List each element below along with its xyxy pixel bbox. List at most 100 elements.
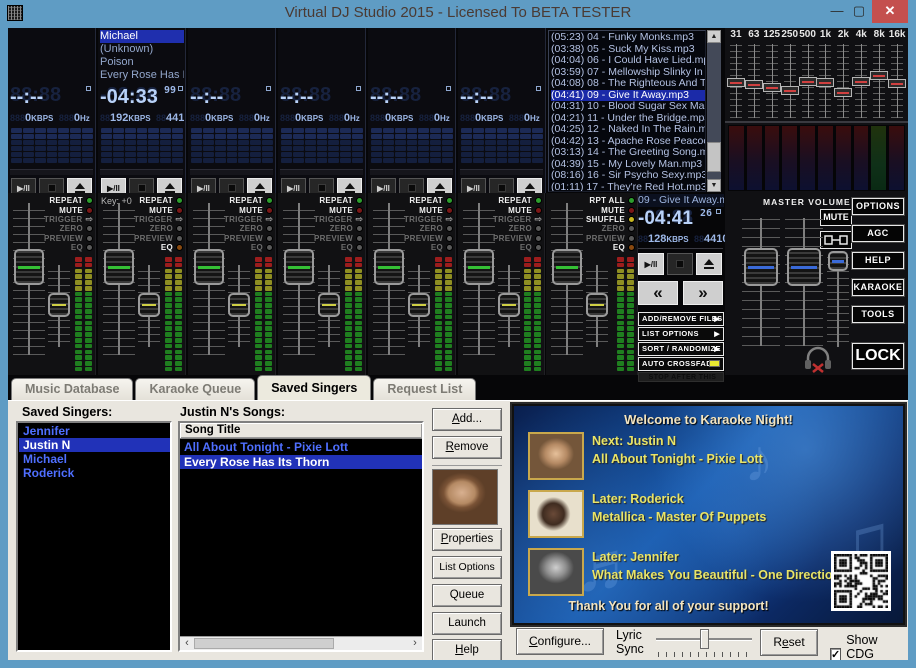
maximize-button[interactable]: ▢ (848, 0, 870, 23)
pitch-fader-handle[interactable] (228, 293, 250, 317)
pitch-fader[interactable] (586, 265, 608, 347)
playlist-item[interactable]: (08:16) 16 - Sir Psycho Sexy.mp3 (551, 170, 705, 182)
scroll-left-icon[interactable]: ‹ (180, 637, 194, 650)
master-volume-fader-left[interactable] (742, 218, 780, 346)
playlist-item[interactable]: (04:39) 15 - My Lovely Man.mp3 (551, 159, 705, 171)
deck-waveform[interactable] (280, 169, 363, 175)
eq-handle[interactable] (870, 71, 888, 80)
playlist-item[interactable]: (03:38) 05 - Suck My Kiss.mp3 (551, 44, 705, 56)
playlist-item[interactable]: (01:11) 17 - They're Red Hot.mp3 (551, 182, 705, 193)
volume-fader[interactable] (283, 203, 315, 355)
headphone-fader-handle[interactable] (828, 251, 848, 271)
minimize-button[interactable]: — (826, 0, 848, 23)
pitch-fader-handle[interactable] (586, 293, 608, 317)
volume-fader-handle[interactable] (374, 249, 404, 285)
pitch-fader-handle[interactable] (408, 293, 430, 317)
properties-button[interactable]: Properties (432, 528, 502, 551)
pitch-fader-handle[interactable] (48, 293, 70, 317)
playlist-scrollbar[interactable]: ▲ ▼ (707, 30, 721, 192)
deck-waveform[interactable] (190, 169, 273, 175)
eq-handle[interactable] (816, 78, 834, 87)
track-title[interactable]: Every Rose Has It (100, 69, 184, 82)
lyric-sync-slider[interactable] (656, 628, 752, 658)
volume-fader[interactable] (373, 203, 405, 355)
volume-fader[interactable] (463, 203, 495, 355)
sort-randomize-button[interactable]: SORT / RANDOMIZE▶ (638, 342, 724, 356)
pitch-fader[interactable] (498, 265, 520, 347)
track-artist[interactable]: Poison (100, 56, 184, 69)
volume-fader-handle[interactable] (14, 249, 44, 285)
singer-item[interactable]: Jennifer (19, 424, 170, 438)
lock-button[interactable]: LOCK (852, 343, 904, 369)
master-fader-handle[interactable] (744, 248, 778, 286)
track-singer[interactable]: Michael (100, 30, 184, 43)
add-remove-files-button[interactable]: ADD/REMOVE FILES▶ (638, 312, 724, 326)
scroll-thumb[interactable] (194, 638, 334, 649)
eq-handle[interactable] (727, 78, 745, 87)
playlist-item[interactable]: (04:25) 12 - Naked In The Rain.mp3 (551, 124, 705, 136)
headphone-volume-fader[interactable] (827, 251, 849, 347)
previous-track-button[interactable]: « (638, 281, 678, 305)
remove-button[interactable]: Remove (432, 436, 502, 459)
help-button[interactable]: HELP (852, 252, 904, 269)
volume-fader[interactable] (13, 203, 45, 355)
song-title-column-header[interactable]: Song Title (180, 423, 422, 439)
scroll-down-icon[interactable]: ▼ (707, 179, 721, 192)
playlist-item[interactable]: (04:08) 08 - The Righteous And The Wicke… (551, 78, 705, 90)
singer-item-selected[interactable]: Justin N (19, 438, 170, 452)
track-line[interactable]: (Unknown) (100, 43, 184, 56)
list-options-button[interactable]: LIST OPTIONS▶ (638, 327, 724, 341)
pitch-fader-handle[interactable] (498, 293, 520, 317)
playlist-item-selected[interactable]: (04:41) 09 - Give It Away.mp3 (551, 90, 705, 102)
song-item-selected[interactable]: Every Rose Has Its Thorn (180, 455, 422, 469)
eq-slider[interactable] (766, 44, 778, 118)
volume-fader[interactable] (103, 203, 135, 355)
eq-slider[interactable] (873, 44, 885, 118)
tab-request-list[interactable]: Request List (373, 378, 476, 400)
add-button[interactable]: Add... (432, 408, 502, 431)
close-button[interactable]: ✕ (872, 0, 908, 23)
deck-waveform[interactable] (460, 169, 543, 175)
master-volume-fader-right[interactable] (785, 218, 823, 346)
queue-button[interactable]: Queue (432, 584, 502, 607)
volume-fader[interactable] (551, 203, 583, 355)
singer-item[interactable]: Michael (19, 452, 170, 466)
checkbox-checked-icon[interactable]: ✓ (830, 648, 841, 661)
volume-fader[interactable] (193, 203, 225, 355)
singer-item[interactable]: Roderick (19, 466, 170, 480)
launch-button[interactable]: Launch (432, 612, 502, 635)
eq-slider[interactable] (748, 44, 760, 118)
pitch-fader[interactable] (138, 265, 160, 347)
volume-fader-handle[interactable] (552, 249, 582, 285)
eq-slider[interactable] (784, 44, 796, 118)
pitch-fader[interactable] (408, 265, 430, 347)
playlist-item[interactable]: (05:23) 04 - Funky Monks.mp3 (551, 32, 705, 44)
tab-music-database[interactable]: Music Database (11, 378, 133, 400)
link-channels-button[interactable] (820, 231, 852, 249)
list-options-button[interactable]: List Options (432, 556, 502, 579)
eq-handle[interactable] (781, 86, 799, 95)
volume-fader-handle[interactable] (284, 249, 314, 285)
eject-button[interactable] (696, 253, 722, 275)
eq-slider[interactable] (837, 44, 849, 118)
pitch-fader-handle[interactable] (138, 293, 160, 317)
playlist-item[interactable]: (03:59) 07 - Mellowship Slinky In B Majo… (551, 67, 705, 79)
help-button[interactable]: Help (432, 639, 502, 660)
songs-horizontal-scrollbar[interactable]: ‹ › (180, 636, 422, 650)
eq-slider[interactable] (819, 44, 831, 118)
headphone-icon[interactable] (803, 345, 833, 373)
playlist-item[interactable]: (04:21) 11 - Under the Bridge.mp3 (551, 113, 705, 125)
next-track-button[interactable]: » (683, 281, 723, 305)
volume-fader-handle[interactable] (194, 249, 224, 285)
playlist-item[interactable]: (03:13) 14 - The Greeting Song.mp3 (551, 147, 705, 159)
saved-singers-list[interactable]: Jennifer Justin N Michael Roderick (16, 421, 172, 652)
deck-waveform[interactable] (10, 169, 93, 175)
volume-fader-handle[interactable] (464, 249, 494, 285)
auto-crossfade-button[interactable]: AUTO CROSSFADE (638, 357, 724, 371)
volume-fader-handle[interactable] (104, 249, 134, 285)
karaoke-button[interactable]: KARAOKE (852, 279, 904, 296)
slider-thumb[interactable] (700, 629, 709, 649)
eq-slider[interactable] (730, 44, 742, 118)
playlist-item[interactable]: (04:04) 06 - I Could Have Lied.mp3 (551, 55, 705, 67)
deck-waveform[interactable] (370, 169, 453, 175)
